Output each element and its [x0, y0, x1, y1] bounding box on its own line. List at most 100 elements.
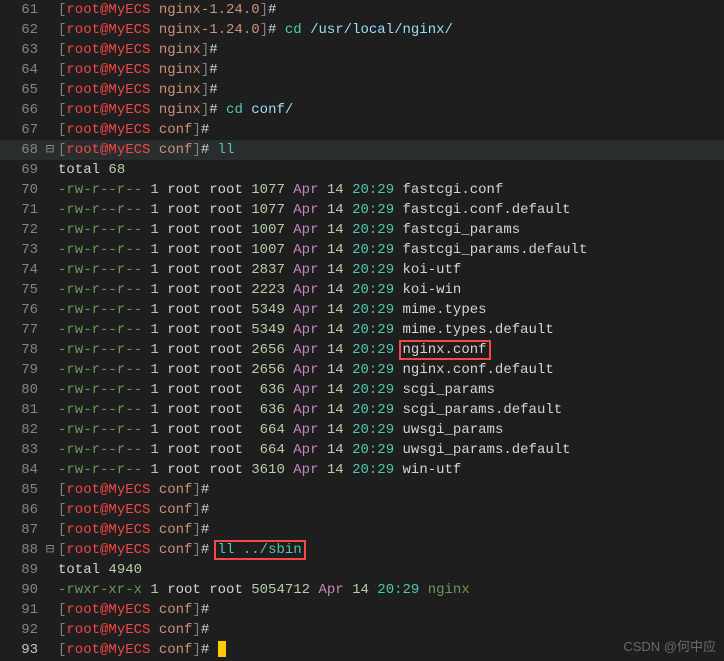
line-number[interactable]: 74 [0, 260, 42, 280]
code-content[interactable]: -rw-r--r-- 1 root root 1007 Apr 14 20:29… [58, 240, 724, 260]
code-line[interactable]: 68⊟[root@MyECS conf]# ll [0, 140, 724, 160]
code-line[interactable]: 80 -rw-r--r-- 1 root root 636 Apr 14 20:2… [0, 380, 724, 400]
line-number[interactable]: 89 [0, 560, 42, 580]
code-line[interactable]: 75 -rw-r--r-- 1 root root 2223 Apr 14 20:… [0, 280, 724, 300]
line-number[interactable]: 80 [0, 380, 42, 400]
fold-icon[interactable]: ⊟ [42, 140, 58, 160]
line-number[interactable]: 88 [0, 540, 42, 560]
code-content[interactable]: [root@MyECS conf]# [58, 600, 724, 620]
code-line[interactable]: 89 total 4940 [0, 560, 724, 580]
line-number[interactable]: 86 [0, 500, 42, 520]
code-line[interactable]: 83 -rw-r--r-- 1 root root 664 Apr 14 20:2… [0, 440, 724, 460]
code-content[interactable]: [root@MyECS nginx]# [58, 40, 724, 60]
code-content[interactable]: [root@MyECS conf]# ll [58, 140, 724, 160]
line-number[interactable]: 71 [0, 200, 42, 220]
code-line[interactable]: 66 [root@MyECS nginx]# cd conf/ [0, 100, 724, 120]
line-number[interactable]: 92 [0, 620, 42, 640]
code-line[interactable]: 78 -rw-r--r-- 1 root root 2656 Apr 14 20:… [0, 340, 724, 360]
code-content[interactable]: -rw-r--r-- 1 root root 3610 Apr 14 20:29… [58, 460, 724, 480]
code-content[interactable]: -rw-r--r-- 1 root root 2223 Apr 14 20:29… [58, 280, 724, 300]
code-content[interactable]: -rw-r--r-- 1 root root 1077 Apr 14 20:29… [58, 180, 724, 200]
line-number[interactable]: 67 [0, 120, 42, 140]
code-line[interactable]: 70 -rw-r--r-- 1 root root 1077 Apr 14 20:… [0, 180, 724, 200]
line-number[interactable]: 72 [0, 220, 42, 240]
code-content[interactable]: -rw-r--r-- 1 root root 1077 Apr 14 20:29… [58, 200, 724, 220]
code-line[interactable]: 86 [root@MyECS conf]# [0, 500, 724, 520]
code-line[interactable]: 63 [root@MyECS nginx]# [0, 40, 724, 60]
code-line[interactable]: 81 -rw-r--r-- 1 root root 636 Apr 14 20:2… [0, 400, 724, 420]
code-line[interactable]: 85 [root@MyECS conf]# [0, 480, 724, 500]
code-line[interactable]: 69 total 68 [0, 160, 724, 180]
line-number[interactable]: 83 [0, 440, 42, 460]
fold-icon[interactable]: ⊟ [42, 540, 58, 560]
code-content[interactable]: -rw-r--r-- 1 root root 2837 Apr 14 20:29… [58, 260, 724, 280]
line-number[interactable]: 63 [0, 40, 42, 60]
line-number[interactable]: 93 [0, 640, 42, 660]
code-content[interactable]: -rw-r--r-- 1 root root 636 Apr 14 20:29 … [58, 380, 724, 400]
code-content[interactable]: -rw-r--r-- 1 root root 5349 Apr 14 20:29… [58, 300, 724, 320]
code-content[interactable]: -rw-r--r-- 1 root root 636 Apr 14 20:29 … [58, 400, 724, 420]
line-number[interactable]: 70 [0, 180, 42, 200]
code-line[interactable]: 65 [root@MyECS nginx]# [0, 80, 724, 100]
code-line[interactable]: 93[root@MyECS conf]# [0, 640, 724, 660]
line-number[interactable]: 66 [0, 100, 42, 120]
line-number[interactable]: 68 [0, 140, 42, 160]
code-content[interactable]: [root@MyECS nginx]# [58, 60, 724, 80]
code-line[interactable]: 73 -rw-r--r-- 1 root root 1007 Apr 14 20:… [0, 240, 724, 260]
code-line[interactable]: 71 -rw-r--r-- 1 root root 1077 Apr 14 20:… [0, 200, 724, 220]
code-line[interactable]: 61 [root@MyECS nginx-1.24.0]# [0, 0, 724, 20]
code-line[interactable]: 72 -rw-r--r-- 1 root root 1007 Apr 14 20:… [0, 220, 724, 240]
code-content[interactable]: -rw-r--r-- 1 root root 1007 Apr 14 20:29… [58, 220, 724, 240]
code-line[interactable]: 92[root@MyECS conf]# [0, 620, 724, 640]
code-line[interactable]: 90 -rwxr-xr-x 1 root root 5054712 Apr 14 … [0, 580, 724, 600]
code-line[interactable]: 79 -rw-r--r-- 1 root root 2656 Apr 14 20:… [0, 360, 724, 380]
code-content[interactable]: [root@MyECS conf]# [58, 520, 724, 540]
code-content[interactable]: [root@MyECS nginx-1.24.0]# cd /usr/local… [58, 20, 724, 40]
code-line[interactable]: 88⊟[root@MyECS conf]# ll ../sbin [0, 540, 724, 560]
code-line[interactable]: 76 -rw-r--r-- 1 root root 5349 Apr 14 20:… [0, 300, 724, 320]
code-content[interactable]: -rw-r--r-- 1 root root 2656 Apr 14 20:29… [58, 340, 724, 360]
line-number[interactable]: 65 [0, 80, 42, 100]
line-number[interactable]: 78 [0, 340, 42, 360]
code-line[interactable]: 91 [root@MyECS conf]# [0, 600, 724, 620]
code-content[interactable]: [root@MyECS nginx]# [58, 80, 724, 100]
code-content[interactable]: -rwxr-xr-x 1 root root 5054712 Apr 14 20… [58, 580, 724, 600]
line-number[interactable]: 77 [0, 320, 42, 340]
line-number[interactable]: 85 [0, 480, 42, 500]
code-line[interactable]: 84 -rw-r--r-- 1 root root 3610 Apr 14 20:… [0, 460, 724, 480]
code-content[interactable]: [root@MyECS conf]# [58, 120, 724, 140]
line-number[interactable]: 91 [0, 600, 42, 620]
line-number[interactable]: 79 [0, 360, 42, 380]
code-content[interactable]: -rw-r--r-- 1 root root 2656 Apr 14 20:29… [58, 360, 724, 380]
code-content[interactable]: total 4940 [58, 560, 724, 580]
code-content[interactable]: [root@MyECS conf]# [58, 480, 724, 500]
line-number[interactable]: 75 [0, 280, 42, 300]
line-number[interactable]: 62 [0, 20, 42, 40]
code-content[interactable]: [root@MyECS conf]# [58, 500, 724, 520]
line-number[interactable]: 73 [0, 240, 42, 260]
code-line[interactable]: 82 -rw-r--r-- 1 root root 664 Apr 14 20:2… [0, 420, 724, 440]
line-number[interactable]: 76 [0, 300, 42, 320]
code-line[interactable]: 64 [root@MyECS nginx]# [0, 60, 724, 80]
code-line[interactable]: 62 [root@MyECS nginx-1.24.0]# cd /usr/loc… [0, 20, 724, 40]
code-line[interactable]: 67 [root@MyECS conf]# [0, 120, 724, 140]
code-content[interactable]: -rw-r--r-- 1 root root 664 Apr 14 20:29 … [58, 440, 724, 460]
code-content[interactable]: -rw-r--r-- 1 root root 664 Apr 14 20:29 … [58, 420, 724, 440]
editor-viewport[interactable]: 61 [root@MyECS nginx-1.24.0]# 62 [root@MyE… [0, 0, 724, 661]
line-number[interactable]: 82 [0, 420, 42, 440]
line-number[interactable]: 84 [0, 460, 42, 480]
line-number[interactable]: 87 [0, 520, 42, 540]
line-number[interactable]: 69 [0, 160, 42, 180]
code-line[interactable]: 87 [root@MyECS conf]# [0, 520, 724, 540]
code-line[interactable]: 74 -rw-r--r-- 1 root root 2837 Apr 14 20:… [0, 260, 724, 280]
line-number[interactable]: 81 [0, 400, 42, 420]
code-content[interactable]: [root@MyECS conf]# ll ../sbin [58, 540, 724, 560]
code-line[interactable]: 77 -rw-r--r-- 1 root root 5349 Apr 14 20:… [0, 320, 724, 340]
line-number[interactable]: 64 [0, 60, 42, 80]
code-content[interactable]: total 68 [58, 160, 724, 180]
line-number[interactable]: 90 [0, 580, 42, 600]
code-content[interactable]: -rw-r--r-- 1 root root 5349 Apr 14 20:29… [58, 320, 724, 340]
line-number[interactable]: 61 [0, 0, 42, 20]
code-content[interactable]: [root@MyECS nginx-1.24.0]# [58, 0, 724, 20]
code-content[interactable]: [root@MyECS nginx]# cd conf/ [58, 100, 724, 120]
